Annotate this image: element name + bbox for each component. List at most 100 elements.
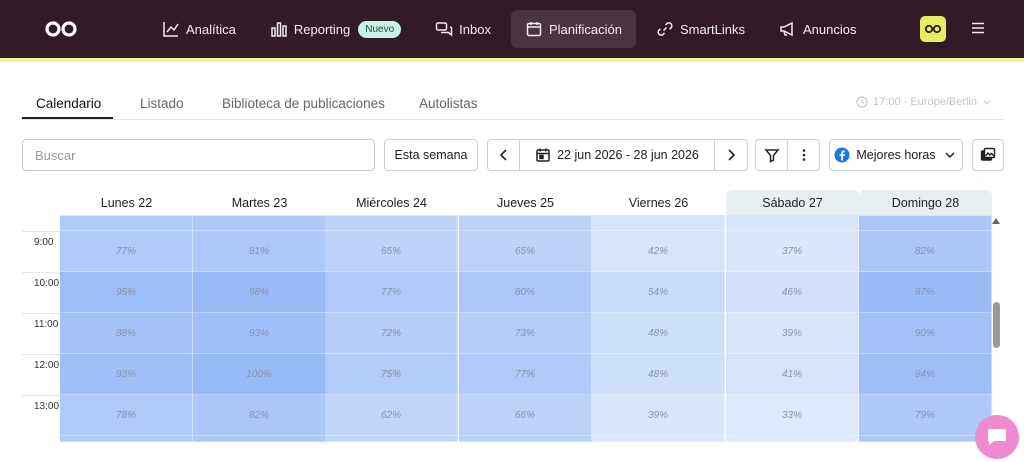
heatmap-cell[interactable]: 81% [193, 231, 326, 272]
date-navigator: 22 jun 2026 - 28 jun 2026 [487, 139, 748, 171]
heatmap-cell[interactable]: 94% [859, 354, 992, 395]
heatmap-cell[interactable]: 62% [325, 395, 458, 436]
heatmap-cell[interactable]: 82% [193, 395, 326, 436]
tab-listado[interactable]: Listado [140, 96, 184, 111]
nav-item-analitica[interactable]: Analítica [148, 10, 250, 48]
heatmap-cell[interactable]: 33% [726, 395, 859, 436]
account-avatar[interactable] [920, 16, 946, 42]
nav-item-anuncios[interactable]: Anuncios [765, 10, 870, 48]
heatmap-cell[interactable]: 90% [859, 313, 992, 354]
heatmap-cell[interactable]: 65% [325, 231, 458, 272]
heatmap-cell [60, 216, 193, 231]
top-navigation-bar: Analítica Reporting Nuevo Inbox Planific… [0, 0, 1024, 58]
heatmap-cell[interactable]: 39% [592, 395, 725, 436]
hour-divider [22, 395, 60, 396]
day-header: Lunes 22 [60, 190, 193, 216]
heatmap-cell[interactable]: 73% [459, 313, 592, 354]
heatmap-cell[interactable]: 48% [592, 313, 725, 354]
heatmap-cell[interactable]: 88% [60, 313, 193, 354]
heatmap-cell[interactable]: 98% [193, 272, 326, 313]
heatmap-cell[interactable]: 48% [592, 354, 725, 395]
clock-icon [856, 96, 868, 108]
heatmap-cell[interactable]: 80% [459, 272, 592, 313]
support-chat-button[interactable] [975, 415, 1019, 459]
heatmap-cell[interactable]: 72% [325, 313, 458, 354]
heatmap-cell[interactable]: 77% [60, 231, 193, 272]
heatmap-cell[interactable]: 77% [459, 354, 592, 395]
heatmap-cell[interactable]: 77% [325, 272, 458, 313]
heatmap-cell [726, 216, 859, 231]
nav-item-label: Inbox [459, 21, 491, 37]
hamburger-menu-icon[interactable] [970, 20, 986, 36]
hour-divider [22, 313, 60, 314]
heatmap-cell [325, 436, 458, 442]
tab-biblioteca[interactable]: Biblioteca de publicaciones [222, 96, 385, 111]
nav-accent-line [0, 58, 1024, 62]
filter-icon [763, 149, 780, 163]
timezone-selector[interactable]: 17:00 - Europe/Berlin [856, 96, 992, 108]
scrollbar-thumb[interactable] [993, 302, 1000, 348]
logo-icon[interactable] [44, 19, 78, 39]
heatmap-cell [592, 436, 725, 442]
nav-item-planificacion[interactable]: Planificación [510, 10, 636, 48]
heatmap-cell[interactable]: 75% [325, 354, 458, 395]
logo-icon [924, 24, 942, 34]
heatmap-cell[interactable]: 42% [592, 231, 725, 272]
nav-item-smartlinks[interactable]: SmartLinks [642, 10, 759, 48]
this-week-button[interactable]: Esta semana [384, 139, 478, 171]
heatmap-cell[interactable]: 37% [726, 231, 859, 272]
nav-item-label: Analítica [186, 21, 236, 37]
date-range-picker[interactable]: 22 jun 2026 - 28 jun 2026 [520, 147, 714, 163]
heatmap-cell[interactable]: 82% [859, 231, 992, 272]
best-times-dropdown[interactable]: Mejores horas [829, 139, 963, 171]
heatmap-cell [60, 436, 193, 442]
filter-button[interactable] [756, 140, 788, 170]
time-label: 13:00 [34, 401, 60, 412]
hour-divider [22, 231, 60, 232]
timezone-label: 17:00 - Europe/Berlin [873, 96, 977, 108]
planner-tabs: Calendario Listado Biblioteca de publica… [22, 86, 1004, 120]
tab-autolistas[interactable]: Autolistas [419, 96, 478, 111]
heatmap-cell[interactable]: 66% [459, 395, 592, 436]
heatmap-cell[interactable]: 78% [60, 395, 193, 436]
heatmap-cell[interactable]: 93% [60, 354, 193, 395]
heatmap-cell[interactable]: 39% [726, 313, 859, 354]
facebook-icon [834, 147, 850, 163]
heatmap-cell[interactable]: 41% [726, 354, 859, 395]
heatmap-cell[interactable]: 93% [193, 313, 326, 354]
filter-group [755, 139, 820, 171]
day-header: Viernes 26 [592, 190, 725, 216]
heatmap-cell[interactable]: 79% [859, 395, 992, 436]
date-range-label: 22 jun 2026 - 28 jun 2026 [557, 148, 699, 162]
heatmap-cell[interactable]: 95% [60, 272, 193, 313]
nav-item-reporting[interactable]: Reporting Nuevo [256, 10, 415, 48]
chevron-right-icon [728, 149, 736, 161]
previous-week-button[interactable] [488, 140, 520, 170]
hour-divider [22, 272, 60, 273]
nav-item-label: Reporting [293, 21, 351, 37]
heatmap-cell [859, 216, 992, 231]
search-input[interactable] [22, 139, 375, 171]
scroll-up-arrow[interactable] [992, 218, 1000, 224]
calendar-icon [536, 148, 550, 162]
calendar-icon [526, 22, 542, 37]
day-header: Sábado 27 [726, 190, 859, 216]
heatmap-cell[interactable]: 100% [193, 354, 326, 395]
heatmap-cell[interactable]: 65% [459, 231, 592, 272]
more-vertical-icon [802, 149, 805, 161]
bar-chart-icon [271, 22, 287, 37]
next-week-button[interactable] [714, 140, 747, 170]
heatmap-cell[interactable]: 46% [726, 272, 859, 313]
heatmap-cell[interactable]: 97% [859, 272, 992, 313]
chevron-down-icon [945, 152, 955, 159]
hour-divider [22, 354, 60, 355]
nav-item-label: Planificación [548, 21, 622, 37]
media-gallery-button[interactable] [972, 139, 1004, 171]
heatmap-cell [193, 216, 326, 231]
more-options-button[interactable] [788, 140, 819, 170]
nav-item-inbox[interactable]: Inbox [421, 10, 505, 48]
heatmap-cell[interactable]: 54% [592, 272, 725, 313]
heatmap-cell [325, 216, 458, 231]
time-label: 9:00 [34, 237, 54, 248]
tab-calendario[interactable]: Calendario [36, 96, 101, 111]
